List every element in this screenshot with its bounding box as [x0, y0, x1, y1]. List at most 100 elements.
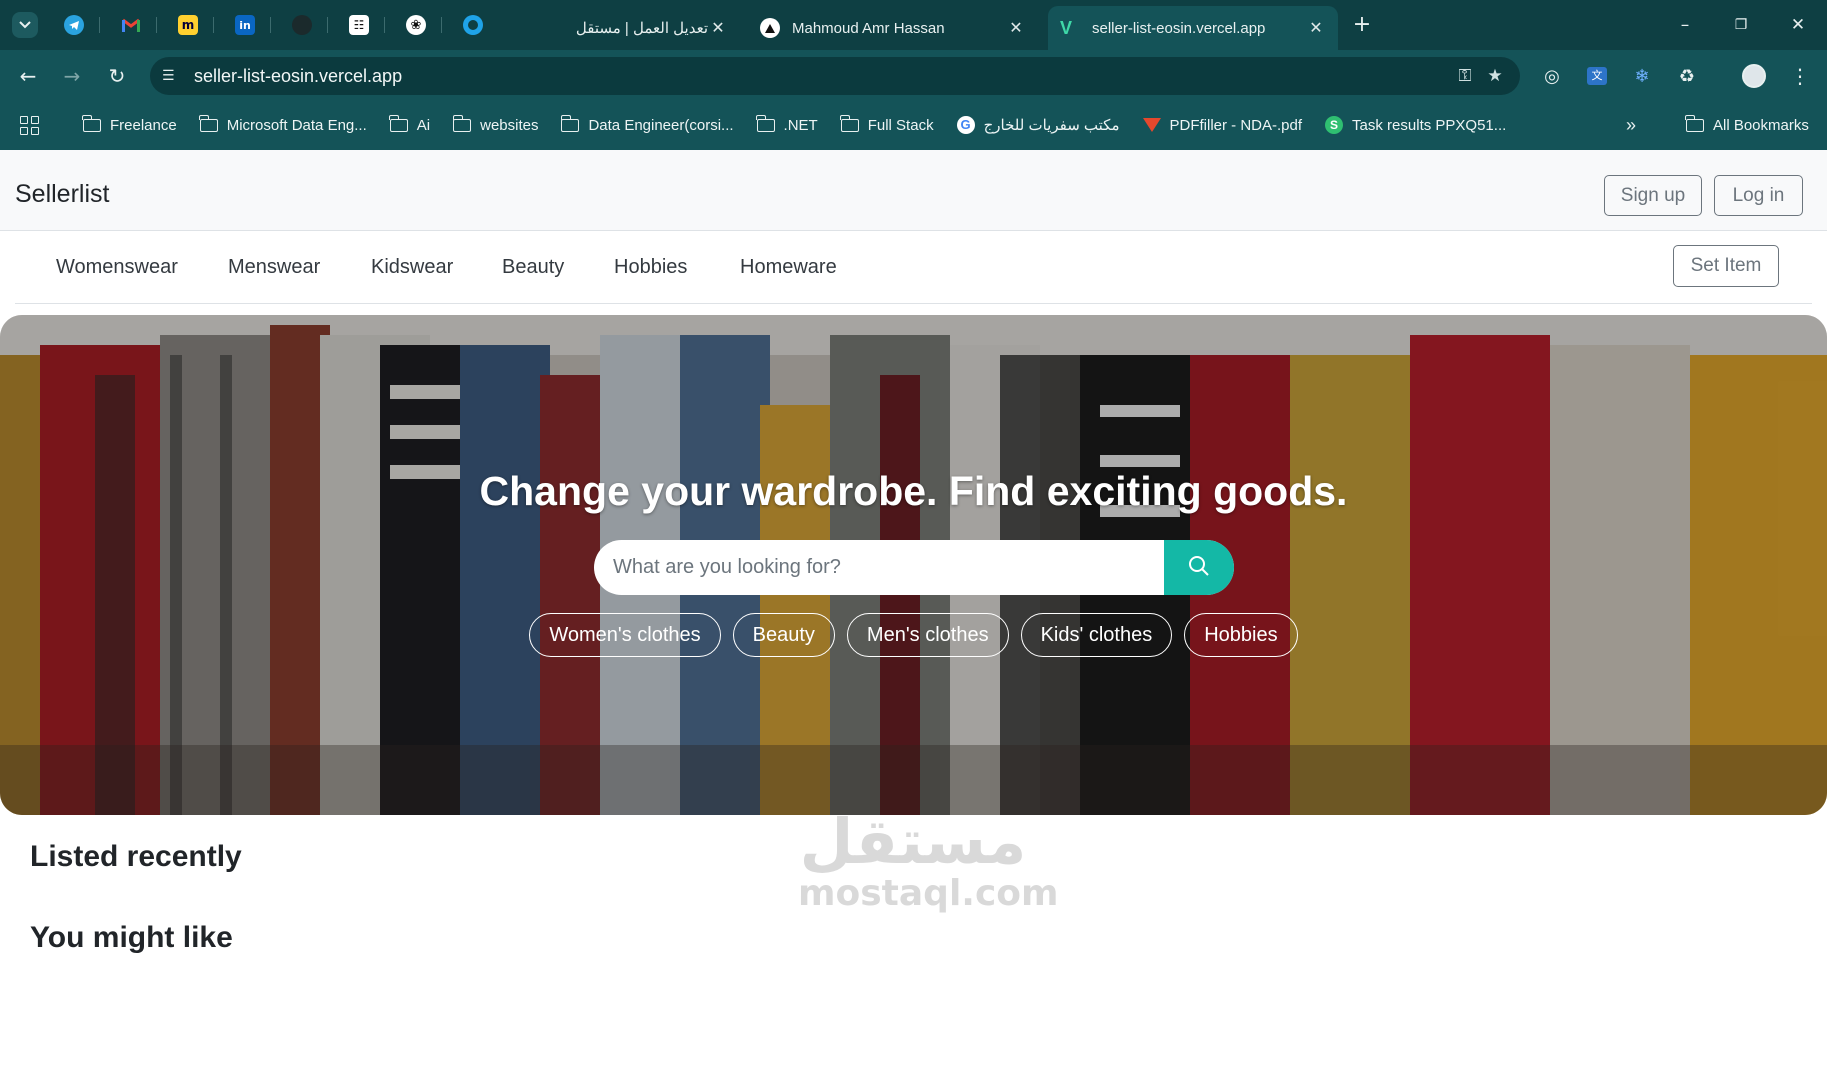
google-icon: G [956, 116, 976, 134]
bookmark-label: PDFfiller - NDA-.pdf [1169, 116, 1303, 134]
mostaql-watermark: مستقل mostaql.com [798, 807, 1059, 917]
star-icon[interactable]: ★ [1480, 66, 1510, 86]
bookmark-data-engineer[interactable]: Data Engineer(corsi... [560, 114, 734, 134]
bookmark-freelance[interactable]: Freelance [82, 114, 177, 134]
search-input[interactable] [594, 540, 1164, 595]
category-link-womenswear[interactable]: Womenswear [56, 256, 178, 279]
set-item-button[interactable]: Set Item [1673, 245, 1779, 287]
apps-grid-icon[interactable] [20, 115, 44, 135]
pinned-tab-linkedin[interactable]: in [231, 11, 271, 39]
pill-kids-clothes[interactable]: Kids' clothes [1020, 613, 1173, 657]
github-icon [292, 15, 312, 35]
circle-app-icon [463, 15, 483, 35]
key-icon[interactable]: ⚿ [1450, 66, 1480, 86]
hero-title: Change your wardrobe. Find exciting good… [479, 468, 1348, 514]
brand-logo[interactable]: Sellerlist [15, 180, 109, 209]
section-title-listed-recently: Listed recently [30, 840, 242, 873]
bookmark-ai[interactable]: Ai [389, 114, 431, 134]
folder-icon [1685, 115, 1705, 134]
menu-kebab-icon[interactable]: ⋮ [1788, 64, 1812, 88]
address-bar[interactable]: ☰ seller-list-eosin.vercel.app ⚿ ★ [150, 57, 1520, 95]
folder-icon [199, 114, 219, 133]
pinned-tab-gmail[interactable] [117, 11, 157, 39]
bookmark-microsoft-data-eng[interactable]: Microsoft Data Eng... [199, 114, 367, 134]
bookmark-label: مكتب سفريات للخارج [983, 117, 1120, 134]
pill-beauty[interactable]: Beauty [732, 613, 835, 657]
avatar[interactable] [1742, 64, 1766, 88]
pinned-tab-circle[interactable] [459, 11, 487, 39]
all-bookmarks-label: All Bookmarks [1713, 117, 1809, 134]
miro-icon: m [178, 15, 198, 35]
telegram-icon [64, 15, 84, 35]
puzzle-icon[interactable]: ♻ [1675, 64, 1699, 88]
bookmark-websites[interactable]: websites [452, 114, 538, 134]
folder-icon [840, 114, 860, 133]
bookmark-label: .NET [783, 116, 818, 134]
quick-filter-pills: Women's clothes Beauty Men's clothes Kid… [0, 613, 1827, 657]
folder-icon [82, 114, 102, 133]
extension-target-icon[interactable]: ◎ [1540, 64, 1564, 88]
pill-mens-clothes[interactable]: Men's clothes [846, 613, 1009, 657]
hero-banner: Change your wardrobe. Find exciting good… [0, 315, 1827, 815]
folder-icon [452, 114, 472, 133]
category-link-kidswear[interactable]: Kidswear [371, 256, 453, 279]
search-icon [1188, 555, 1210, 580]
bookmark-label: Ai [416, 116, 431, 134]
s-app-icon: S [1324, 116, 1344, 134]
reload-button[interactable]: ↻ [104, 63, 130, 89]
tab-mostaql[interactable]: تعديل العمل | مستقل ✕ [520, 6, 740, 50]
chatgpt-icon: ❀ [406, 15, 426, 35]
bookmark-pdffiller[interactable]: PDFfiller - NDA-.pdf [1142, 116, 1303, 134]
signup-button[interactable]: Sign up [1604, 175, 1702, 216]
upwork-icon: ☷ [349, 15, 369, 35]
search-bar [594, 540, 1234, 595]
bookmark-label: Data Engineer(corsi... [588, 116, 734, 134]
category-nav: Womenswear Menswear Kidswear Beauty Hobb… [15, 232, 1812, 304]
pinned-tab-miro[interactable]: m [174, 11, 214, 39]
site-header: Sellerlist Sign up Log in [0, 150, 1827, 231]
category-link-hobbies[interactable]: Hobbies [614, 256, 687, 279]
category-link-menswear[interactable]: Menswear [228, 256, 320, 279]
category-link-homeware[interactable]: Homeware [740, 256, 837, 279]
page-content: Sellerlist Sign up Log in Womenswear Men… [0, 150, 1827, 1080]
pdffiller-icon [1142, 117, 1162, 133]
category-link-beauty[interactable]: Beauty [502, 256, 564, 279]
all-bookmarks[interactable]: All Bookmarks [1685, 115, 1809, 134]
close-window-button[interactable]: ✕ [1785, 12, 1811, 38]
tab-profile[interactable]: Mahmoud Amr Hassan ✕ [748, 6, 1038, 50]
pinned-tab-telegram[interactable] [60, 11, 100, 39]
back-button[interactable]: ← [15, 63, 41, 89]
site-info-icon[interactable]: ☰ [162, 68, 184, 84]
browser-tab-bar: m in ☷ ❀ تعديل العمل | مستقل ✕ Mahmoud A… [0, 0, 1827, 50]
close-icon[interactable]: ✕ [708, 18, 728, 38]
bookmark-dotnet[interactable]: .NET [755, 114, 818, 134]
forward-button[interactable]: → [59, 63, 85, 89]
login-button[interactable]: Log in [1714, 175, 1803, 216]
bookmark-task-results[interactable]: S Task results PPXQ51... [1324, 116, 1507, 134]
pinned-tab-github[interactable] [288, 11, 328, 39]
tab-sellerlist[interactable]: V seller-list-eosin.vercel.app ✕ [1048, 6, 1338, 50]
bookmark-label: Microsoft Data Eng... [226, 116, 367, 134]
bookmark-label: Task results PPXQ51... [1352, 116, 1507, 134]
close-icon[interactable]: ✕ [1306, 18, 1326, 38]
bookmark-full-stack[interactable]: Full Stack [840, 114, 934, 134]
pill-womens-clothes[interactable]: Women's clothes [529, 613, 721, 657]
snowflake-icon[interactable]: ❄ [1630, 64, 1654, 88]
vercel-v-icon: V [1060, 17, 1073, 38]
close-icon[interactable]: ✕ [1006, 18, 1026, 38]
pill-hobbies[interactable]: Hobbies [1184, 613, 1298, 657]
gmail-icon [121, 15, 141, 35]
folder-icon [389, 114, 409, 133]
restore-button[interactable]: ❐ [1728, 12, 1754, 38]
chevron-double-right-icon[interactable]: » [1626, 115, 1636, 136]
pinned-tab-app[interactable]: ☷ [345, 11, 385, 39]
bookmark-travel-office[interactable]: G مكتب سفريات للخارج [956, 116, 1120, 134]
folder-icon [560, 114, 580, 133]
minimize-button[interactable]: – [1672, 12, 1698, 38]
tab-search-button[interactable] [11, 11, 39, 39]
pinned-tab-chatgpt[interactable]: ❀ [402, 11, 442, 39]
search-button[interactable] [1164, 540, 1234, 595]
section-title-you-might-like: You might like [30, 921, 233, 954]
new-tab-button[interactable]: + [1349, 12, 1375, 38]
translate-icon[interactable]: 文 [1585, 64, 1609, 88]
